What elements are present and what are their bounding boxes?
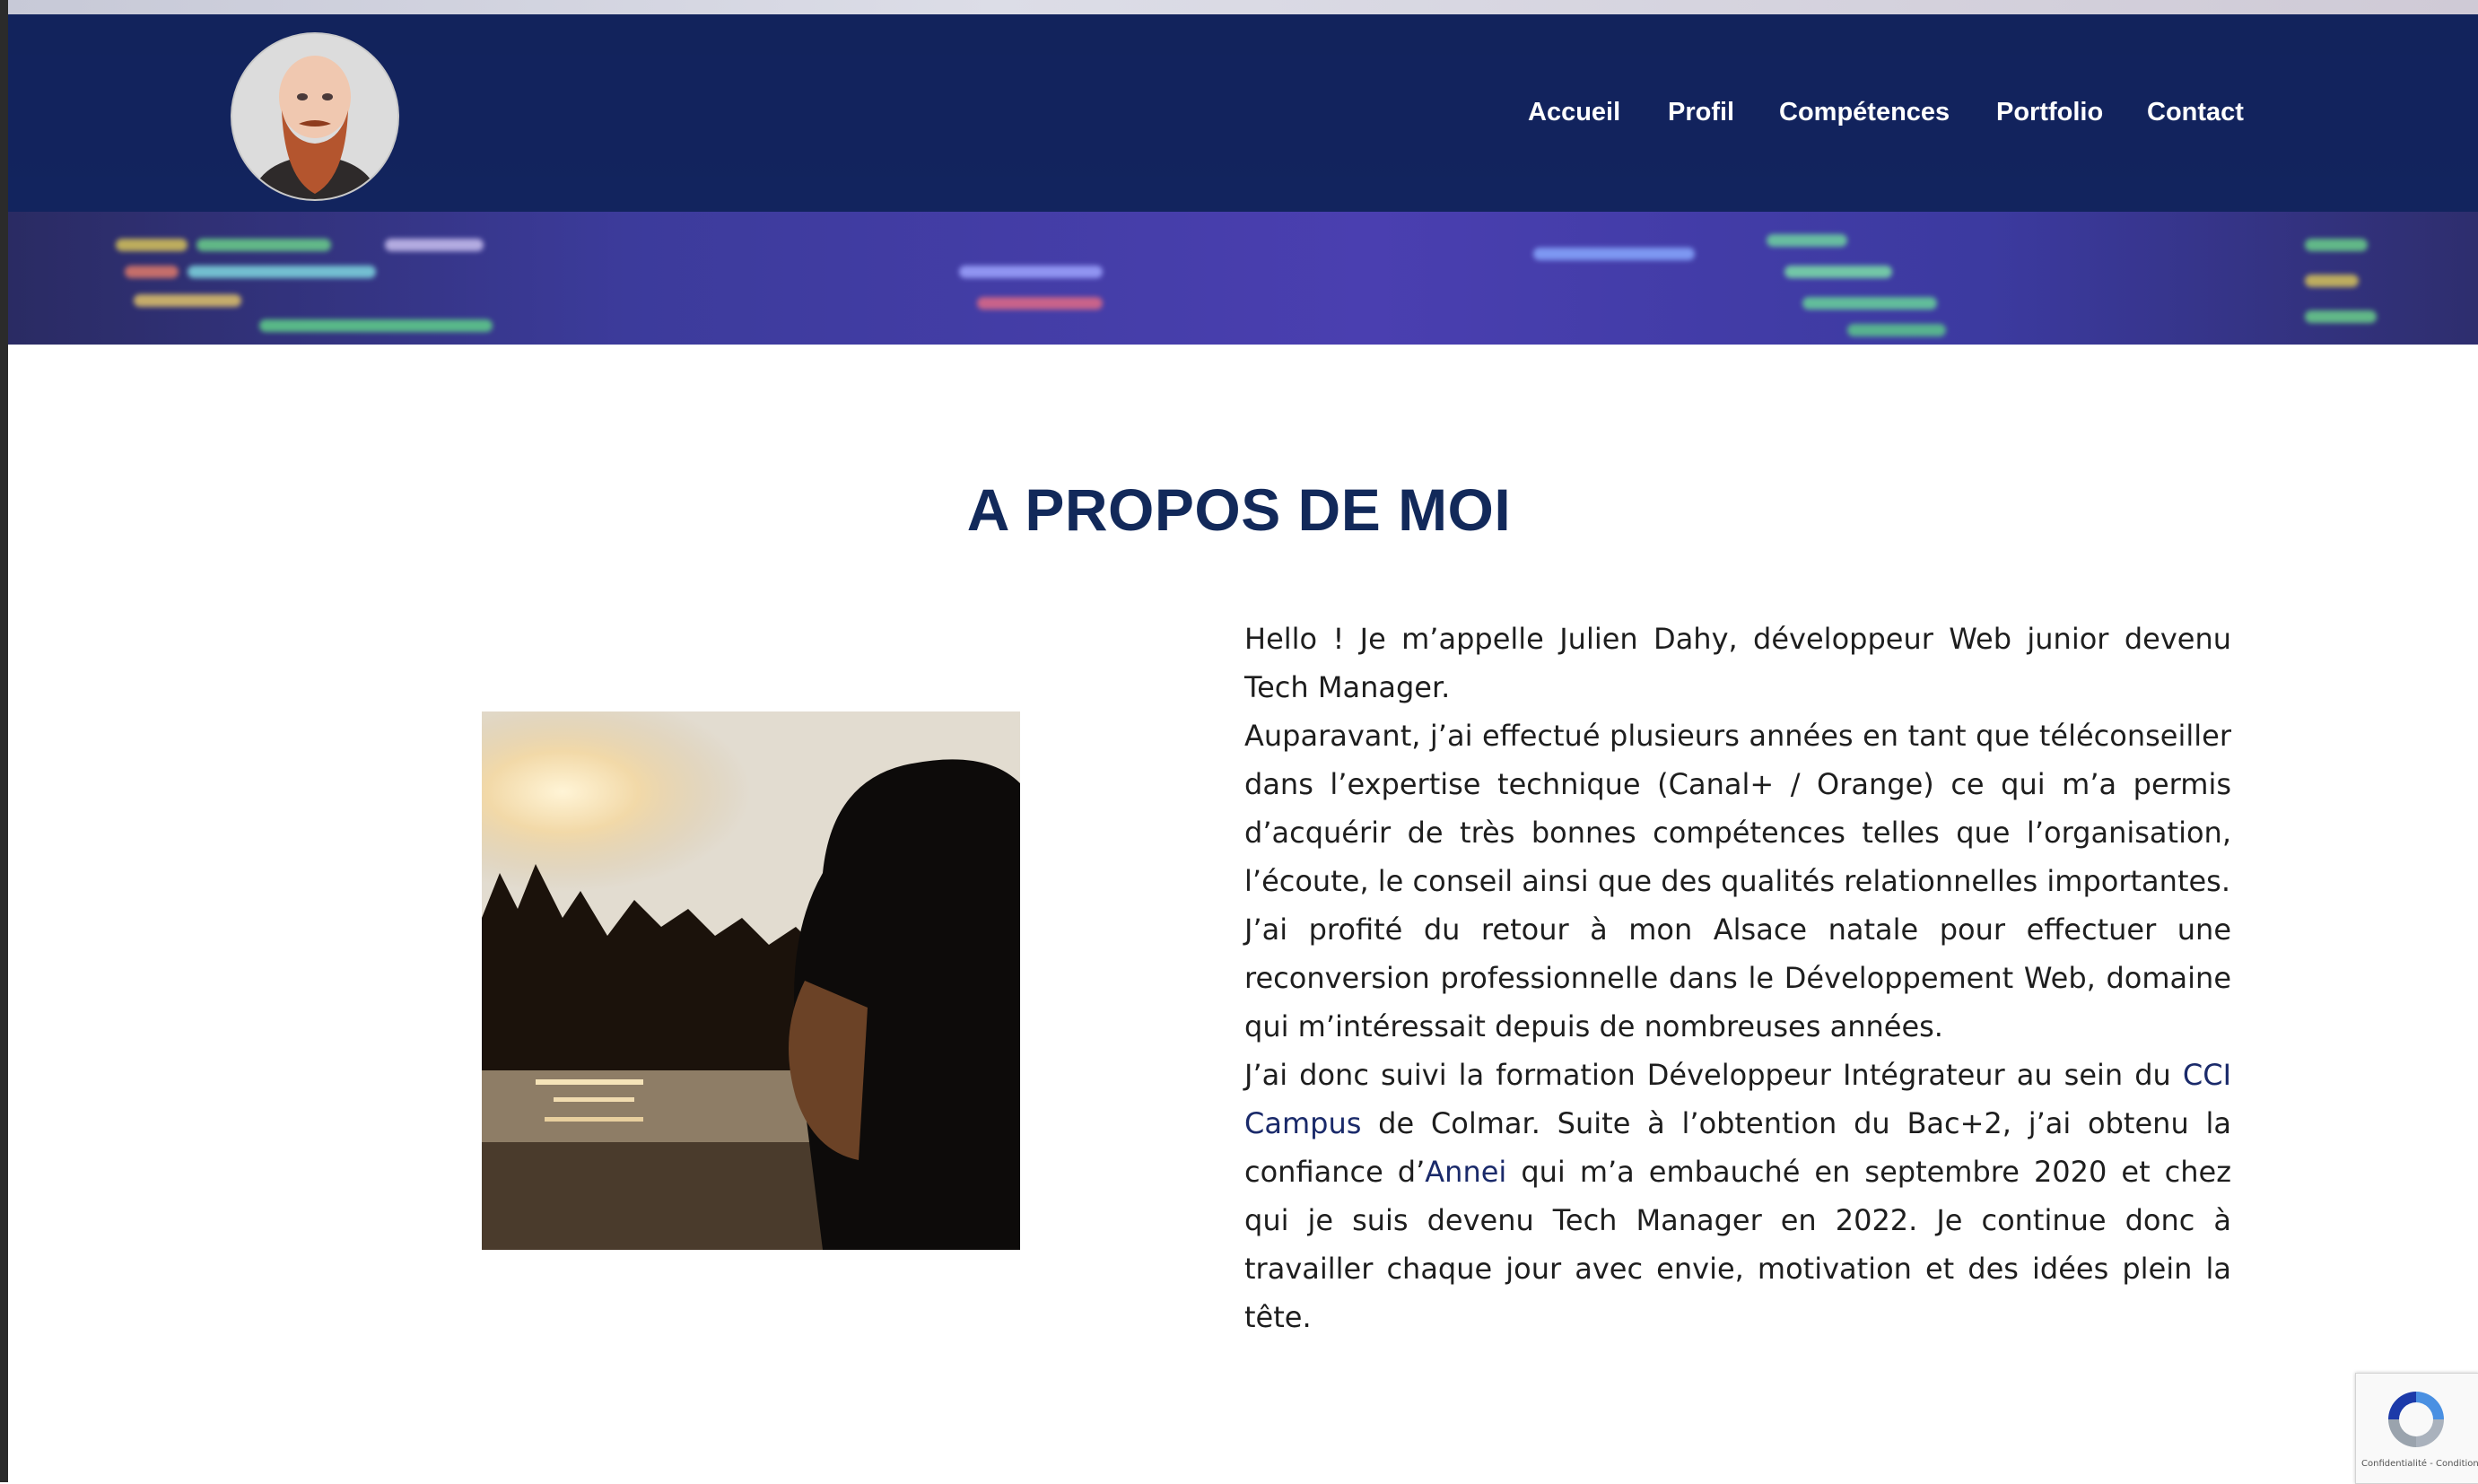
- main-navbar: Accueil Profil Compétences Portfolio Con…: [8, 14, 2478, 212]
- nav-item-profil[interactable]: Profil: [1668, 98, 1734, 127]
- bearded-man-avatar-icon: [232, 34, 397, 199]
- about-bio: Hello ! Je m’appelle Julien Dahy, dévelo…: [1244, 615, 2231, 1341]
- about-title: A PROPOS DE MOI: [966, 476, 1512, 543]
- recaptcha-badge[interactable]: Confidentialité - Conditions: [2355, 1373, 2478, 1484]
- recaptcha-icon: [2388, 1392, 2444, 1447]
- window-left-edge: [0, 0, 8, 1482]
- avatar-logo[interactable]: [231, 32, 399, 201]
- hero-header: Accueil Profil Compétences Portfolio Con…: [8, 14, 2478, 345]
- annei-link[interactable]: Annei: [1425, 1155, 1506, 1189]
- nav-item-portfolio[interactable]: Portfolio: [1996, 98, 2103, 127]
- nav-item-competences[interactable]: Compétences: [1779, 98, 1950, 127]
- bio-paragraph-3: J’ai profité du retour à mon Alsace nata…: [1244, 912, 2231, 1043]
- bio-paragraph-2: Auparavant, j’ai effectué plusieurs anné…: [1244, 719, 2231, 898]
- recaptcha-footer-text[interactable]: Confidentialité - Conditions: [2361, 1459, 2478, 1469]
- top-strip: [8, 0, 2478, 14]
- bio-paragraph-1: Hello ! Je m’appelle Julien Dahy, dévelo…: [1244, 622, 2231, 704]
- nav-item-contact[interactable]: Contact: [2147, 98, 2244, 127]
- bio-text: J’ai donc suivi la formation Développeur…: [1244, 1058, 2183, 1092]
- profile-photo: [482, 711, 1020, 1250]
- sunset-silhouette-image: [482, 711, 1020, 1250]
- code-background: [8, 212, 2478, 345]
- bio-paragraph-4: J’ai donc suivi la formation Développeur…: [1244, 1051, 2231, 1341]
- nav-item-accueil[interactable]: Accueil: [1528, 98, 1620, 127]
